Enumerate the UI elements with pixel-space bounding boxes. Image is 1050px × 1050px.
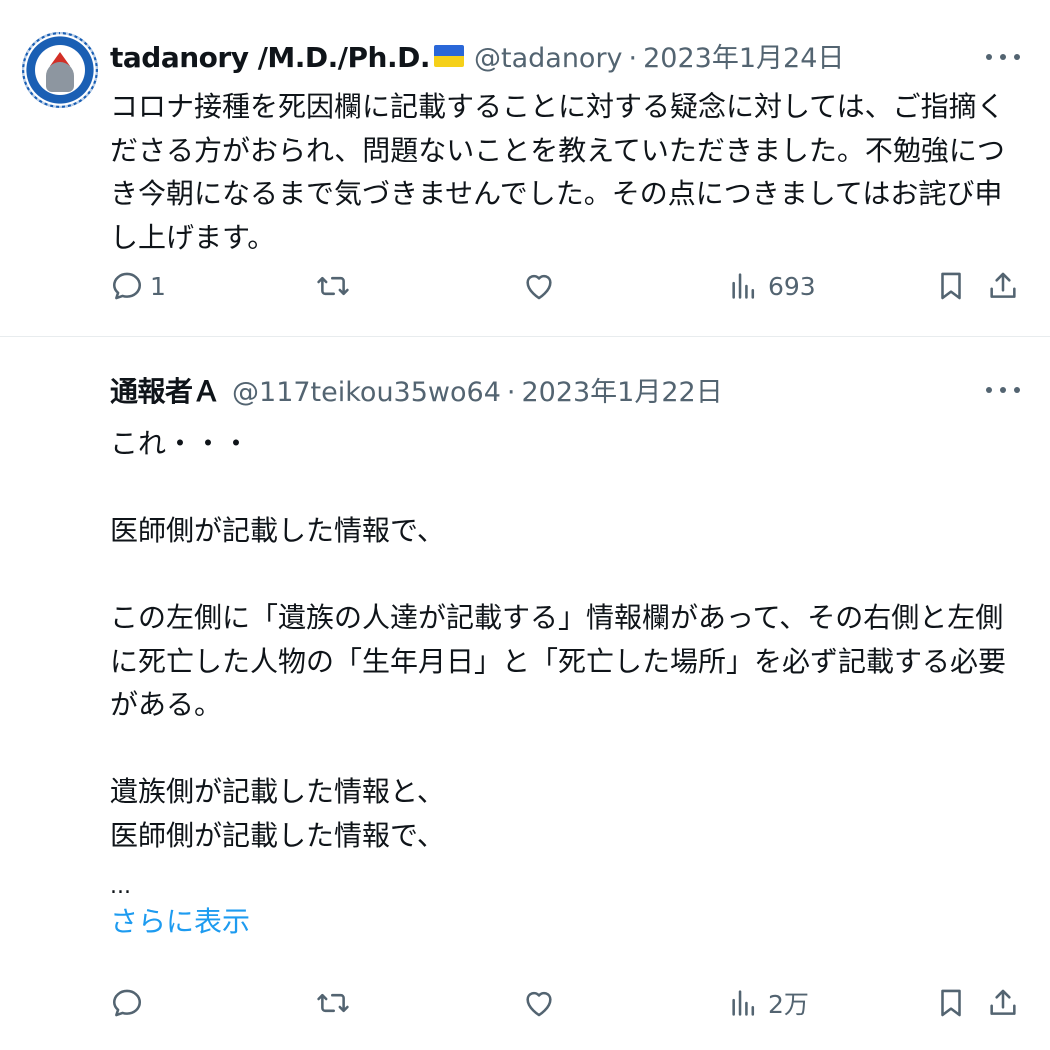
tweet-text: コロナ接種を死因欄に記載することに対する疑念に対しては、ご指摘くださる方がおられ…: [110, 85, 1015, 259]
view-count: 2万: [768, 990, 809, 1019]
reply-button[interactable]: [110, 983, 150, 1023]
tweet-text-line: 医師側が記載した情報で、: [110, 514, 445, 547]
views-button[interactable]: 2万: [728, 983, 809, 1023]
tweet-text: これ・・・ 医師側が記載した情報で、 この左側に「遺族の人達が記載する」情報欄が…: [110, 422, 1015, 909]
display-name[interactable]: 通報者Ａ: [110, 374, 221, 410]
retweet-button[interactable]: [316, 266, 356, 306]
tweet-header: 通報者Ａ @117teikou35wo64 · 2023年1月22日: [110, 374, 723, 411]
heart-icon: [526, 991, 552, 1017]
heart-icon: [526, 274, 552, 300]
action-bar: 2万: [0, 983, 1050, 1023]
avatar[interactable]: [22, 32, 98, 108]
user-handle[interactable]: @117teikou35wo64: [232, 375, 501, 411]
more-horizontal-icon[interactable]: [986, 387, 1020, 397]
like-button[interactable]: [522, 983, 562, 1023]
show-more-link[interactable]: さらに表示: [110, 904, 250, 940]
action-bar: 1 693: [0, 266, 1050, 306]
tweet-header: tadanory /M.D./Ph.D. @tadanory · 2023年1月…: [110, 40, 844, 77]
bookmark-icon: [941, 989, 961, 1017]
retweet-button[interactable]: [316, 983, 356, 1023]
tweet-text-line: 遺族側が記載した情報と、: [110, 775, 445, 808]
ukraine-flag-icon: [434, 45, 464, 67]
bookmark-icon: [941, 272, 961, 300]
tweet-text-line: この左側に「遺族の人達が記載する」情報欄があって、その右側と左側に死亡した人物の…: [110, 601, 1007, 721]
tweet-date[interactable]: 2023年1月24日: [643, 41, 844, 77]
share-button[interactable]: [986, 983, 1020, 1023]
display-name[interactable]: tadanory /M.D./Ph.D.: [110, 40, 431, 76]
avatar-figure-graphic: [46, 62, 74, 92]
bookmark-button[interactable]: [934, 266, 968, 306]
retweet-icon: [317, 993, 349, 1013]
tweet-text-line: これ・・・: [110, 427, 251, 460]
bookmark-button[interactable]: [934, 983, 968, 1023]
tweet-text-line: 医師側が記載した情報で、: [110, 818, 445, 852]
retweet-icon: [317, 276, 349, 296]
share-upload-icon: [990, 272, 1016, 298]
reply-button[interactable]: 1: [110, 266, 166, 306]
like-button[interactable]: [522, 266, 562, 306]
views-button[interactable]: 693: [728, 266, 816, 306]
separator-dot: ·: [506, 377, 516, 408]
reply-bubble-icon: [112, 272, 142, 300]
separator-dot: ·: [628, 43, 638, 74]
share-button[interactable]: [986, 266, 1020, 306]
view-count: 693: [768, 271, 816, 301]
reply-count: 1: [150, 271, 166, 301]
reply-bubble-icon: [112, 989, 142, 1017]
analytics-bars-icon: [732, 273, 755, 299]
user-handle[interactable]: @tadanory: [474, 41, 623, 77]
tweet-date[interactable]: 2023年1月22日: [521, 375, 722, 411]
more-horizontal-icon[interactable]: [986, 54, 1020, 64]
tweet[interactable]: tadanory /M.D./Ph.D. @tadanory · 2023年1月…: [0, 0, 1050, 336]
tweet-text-paragraph: コロナ接種を死因欄に記載することに対する疑念に対しては、ご指摘くださる方がおられ…: [110, 90, 1005, 254]
analytics-bars-icon: [732, 990, 755, 1016]
tweet[interactable]: 通報者Ａ @117teikou35wo64 · 2023年1月22日 これ・・・…: [0, 337, 1050, 1050]
share-upload-icon: [990, 989, 1016, 1015]
tweet-text-line: ...: [110, 874, 131, 899]
